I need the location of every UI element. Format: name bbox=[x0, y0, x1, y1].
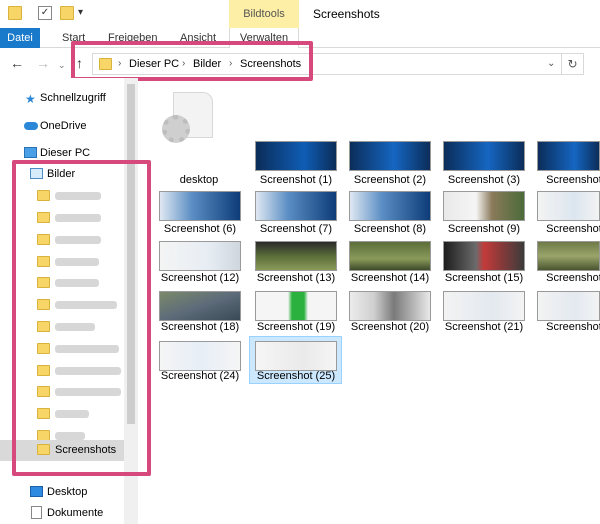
documents-icon bbox=[31, 506, 42, 519]
file-name[interactable]: Screenshot (19) bbox=[248, 320, 344, 334]
window-title: Screenshots bbox=[313, 7, 380, 21]
file-name[interactable]: Screenshot bbox=[526, 222, 600, 236]
file-name[interactable]: Screenshot bbox=[526, 271, 600, 285]
cloud-icon bbox=[24, 122, 38, 130]
screenshot-thumbnail[interactable] bbox=[537, 291, 600, 321]
screenshot-thumbnail[interactable] bbox=[255, 341, 337, 371]
screenshot-thumbnail[interactable] bbox=[255, 191, 337, 221]
screenshot-thumbnail[interactable] bbox=[537, 241, 600, 271]
nav-item-schnellzugriff[interactable]: ★ Schnellzugriff bbox=[0, 88, 124, 108]
screenshot-thumbnail[interactable] bbox=[349, 191, 431, 221]
screenshot-thumbnail[interactable] bbox=[443, 191, 525, 221]
highlight-bilder-tree bbox=[12, 160, 151, 476]
desktop-icon bbox=[30, 486, 43, 497]
screenshot-thumbnail[interactable] bbox=[443, 141, 525, 171]
nav-item-dokumente[interactable]: Dokumente bbox=[0, 503, 124, 523]
screenshot-thumbnail[interactable] bbox=[537, 191, 600, 221]
screenshot-thumbnail[interactable] bbox=[443, 291, 525, 321]
refresh-icon[interactable]: ↻ bbox=[562, 53, 584, 75]
screenshot-thumbnail[interactable] bbox=[255, 241, 337, 271]
file-name[interactable]: Screenshot (25) bbox=[248, 369, 344, 383]
file-name[interactable]: Screenshot (24) bbox=[152, 369, 248, 383]
file-name[interactable]: Screenshot (20) bbox=[342, 320, 438, 334]
file-name[interactable]: Screenshot (14) bbox=[342, 271, 438, 285]
screenshot-thumbnail[interactable] bbox=[159, 341, 241, 371]
screenshot-thumbnail[interactable] bbox=[255, 291, 337, 321]
computer-icon bbox=[24, 147, 37, 158]
file-grid: desktop Screenshot (1) Screenshot (2) Sc… bbox=[145, 78, 600, 524]
chevron-down-icon[interactable]: ⌄ bbox=[547, 54, 555, 74]
star-icon: ★ bbox=[25, 92, 36, 106]
file-name[interactable]: Screenshot (9) bbox=[436, 222, 532, 236]
screenshot-thumbnail[interactable] bbox=[159, 291, 241, 321]
tab-datei[interactable]: Datei bbox=[0, 28, 40, 48]
file-name[interactable]: desktop bbox=[151, 173, 247, 187]
file-name[interactable]: Screenshot (1) bbox=[248, 173, 344, 187]
screenshot-thumbnail[interactable] bbox=[349, 141, 431, 171]
context-tab-bildtools: Bildtools bbox=[229, 0, 299, 28]
gear-icon bbox=[162, 115, 190, 143]
file-name[interactable]: Screenshot (8) bbox=[342, 222, 438, 236]
nav-item-desktop[interactable]: Desktop bbox=[0, 482, 124, 502]
screenshot-thumbnail[interactable] bbox=[443, 241, 525, 271]
screenshot-thumbnail[interactable] bbox=[349, 291, 431, 321]
properties-icon[interactable]: ✓ bbox=[38, 6, 52, 20]
screenshot-thumbnail[interactable] bbox=[159, 241, 241, 271]
generic-file-icon[interactable] bbox=[162, 92, 213, 143]
file-name[interactable]: Screenshot (21) bbox=[436, 320, 532, 334]
forward-arrow-icon[interactable]: → bbox=[36, 55, 50, 71]
file-name[interactable]: Screenshot (7) bbox=[248, 222, 344, 236]
file-name[interactable]: Screenshot (2) bbox=[342, 173, 438, 187]
file-name[interactable]: Screenshot (18) bbox=[152, 320, 248, 334]
screenshot-thumbnail[interactable] bbox=[159, 191, 241, 221]
recent-dropdown-icon[interactable]: ⌄ bbox=[58, 57, 66, 73]
customize-dropdown-icon[interactable]: ▾ bbox=[78, 6, 92, 20]
file-name[interactable]: Screenshot (3) bbox=[436, 173, 532, 187]
title-bar: ✓ ▾ Bildtools Screenshots bbox=[0, 0, 600, 28]
file-name[interactable]: Screenshot (12) bbox=[152, 271, 248, 285]
folder-icon[interactable] bbox=[8, 6, 22, 20]
file-name[interactable]: Screenshot (6) bbox=[152, 222, 248, 236]
file-name[interactable]: Screenshot (15) bbox=[436, 271, 532, 285]
file-name[interactable]: Screenshot bbox=[526, 320, 600, 334]
new-folder-icon[interactable] bbox=[60, 6, 74, 20]
screenshot-thumbnail[interactable] bbox=[349, 241, 431, 271]
back-arrow-icon[interactable]: ← bbox=[10, 55, 24, 71]
highlight-address-bar bbox=[71, 41, 313, 81]
file-name[interactable]: Screenshot bbox=[526, 173, 600, 187]
screenshot-thumbnail[interactable] bbox=[537, 141, 600, 171]
file-name[interactable]: Screenshot (13) bbox=[248, 271, 344, 285]
nav-item-onedrive[interactable]: OneDrive bbox=[0, 116, 124, 136]
screenshot-thumbnail[interactable] bbox=[255, 141, 337, 171]
